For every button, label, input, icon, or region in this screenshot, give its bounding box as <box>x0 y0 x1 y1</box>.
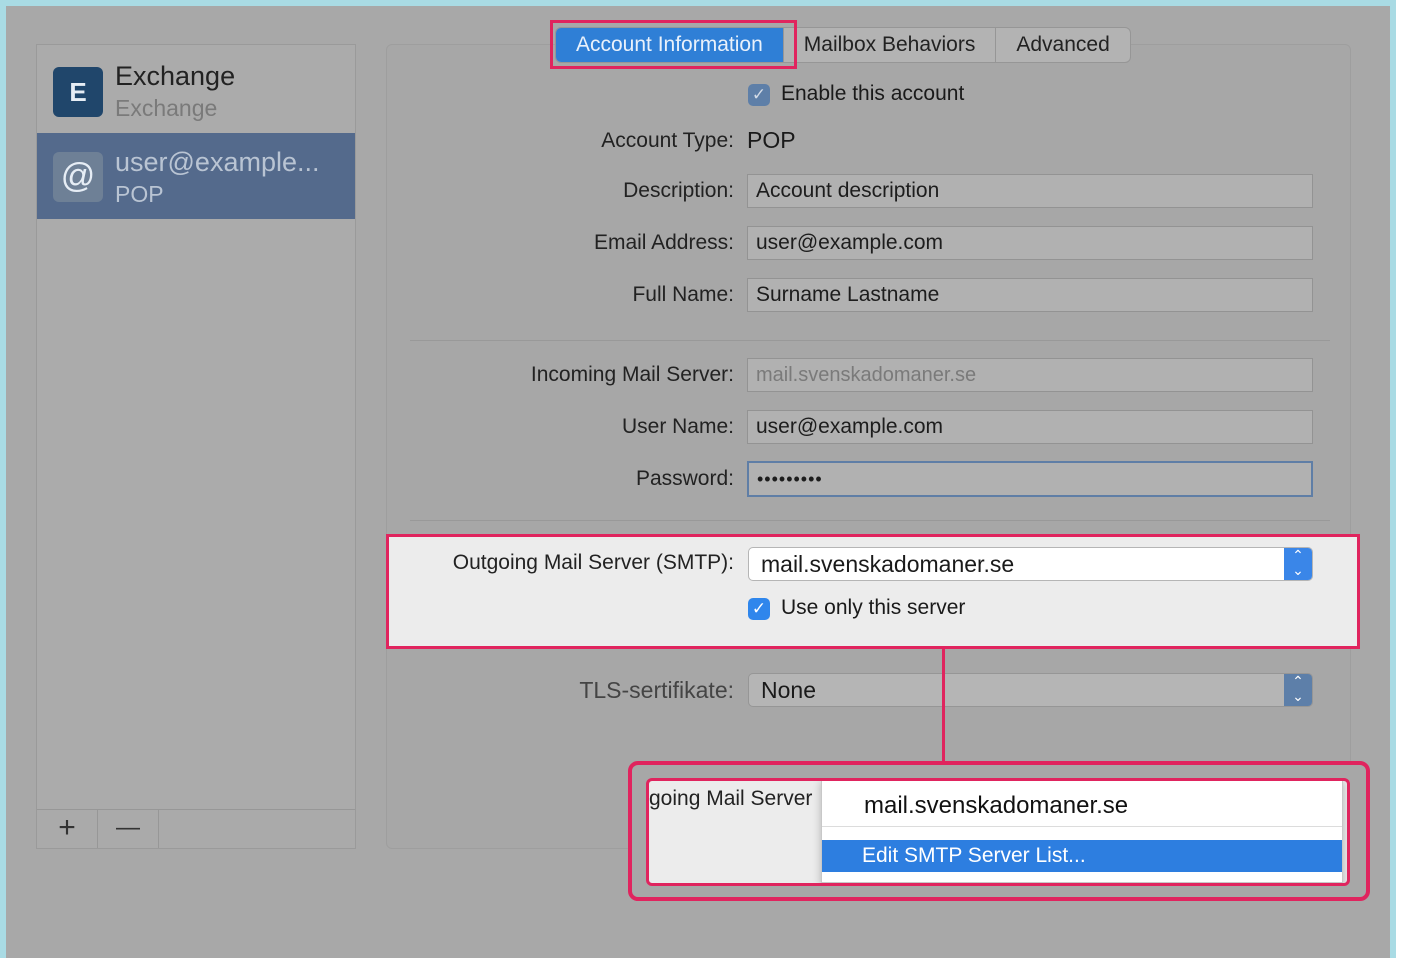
account-title: Exchange <box>115 61 236 91</box>
enable-account-label: Enable this account <box>781 82 965 105</box>
email-address-field[interactable]: user@example.com <box>747 226 1313 260</box>
sidebar-account-exchange[interactable]: E Exchange Exchange <box>37 47 355 133</box>
menu-separator <box>822 826 1342 827</box>
accounts-sidebar: E Exchange Exchange @ user@example... PO… <box>36 44 356 849</box>
at-sign-glyph: @ <box>60 157 96 195</box>
account-settings-panel <box>386 44 1351 849</box>
menu-item-edit-smtp-list[interactable]: Edit SMTP Server List... <box>822 840 1342 872</box>
menu-item-server[interactable]: mail.svenskadomaner.se <box>822 786 1342 826</box>
zoom-smtp-label: going Mail Server <box>649 787 813 810</box>
tab-advanced[interactable]: Advanced <box>996 28 1129 62</box>
user-name-field[interactable]: user@example.com <box>747 410 1313 444</box>
account-subtitle: POP <box>115 181 164 207</box>
remove-account-button[interactable]: — <box>98 810 159 848</box>
use-only-server-checkbox[interactable]: ✓ <box>748 598 770 620</box>
description-label: Description: <box>623 179 734 202</box>
section-divider <box>410 520 1330 521</box>
at-sign-icon: @ <box>53 152 103 202</box>
full-name-field[interactable]: Surname Lastname <box>747 278 1313 312</box>
incoming-server-label: Incoming Mail Server: <box>530 363 734 386</box>
popup-chevrons-icon: ⌃ ⌄ <box>1284 548 1312 580</box>
sidebar-button-bar: + — <box>37 809 355 848</box>
zoom-callout: going Mail Server mail.svenskadomaner.se… <box>646 778 1350 886</box>
exchange-icon-glyph: E <box>69 77 87 107</box>
smtp-server-menu: mail.svenskadomaner.se Edit SMTP Server … <box>821 781 1343 883</box>
password-field[interactable]: ••••••••• <box>747 461 1313 497</box>
user-name-label: User Name: <box>621 415 734 438</box>
email-address-label: Email Address: <box>593 231 734 254</box>
tls-certificate-value: None <box>761 677 816 703</box>
description-field[interactable]: Account description <box>747 174 1313 208</box>
sidebar-account-pop[interactable]: @ user@example... POP <box>37 133 355 219</box>
enable-account-checkbox[interactable]: ✓ <box>748 84 770 106</box>
full-name-label: Full Name: <box>632 283 734 306</box>
incoming-server-field[interactable]: mail.svenskadomaner.se <box>747 358 1313 392</box>
account-title: user@example... <box>115 147 320 177</box>
account-type-value: POP <box>747 127 796 153</box>
account-subtitle: Exchange <box>115 95 218 121</box>
exchange-icon: E <box>53 67 103 117</box>
tls-certificate-label: TLS-sertifikate: <box>579 677 734 703</box>
tab-highlight-outline <box>550 20 797 69</box>
password-label: Password: <box>635 467 734 490</box>
smtp-server-value: mail.svenskadomaner.se <box>761 551 1015 577</box>
account-type-label: Account Type: <box>601 129 734 152</box>
section-divider <box>410 340 1330 341</box>
smtp-server-popup[interactable]: mail.svenskadomaner.se ⌃ ⌄ <box>748 547 1313 581</box>
tls-certificate-popup[interactable]: None ⌃ ⌄ <box>748 673 1313 707</box>
smtp-label: Outgoing Mail Server (SMTP): <box>452 551 734 574</box>
add-account-button[interactable]: + <box>37 810 98 848</box>
tab-mailbox-behaviors[interactable]: Mailbox Behaviors <box>784 28 997 62</box>
callout-connector-line <box>942 648 945 761</box>
use-only-server-label: Use only this server <box>781 596 966 619</box>
popup-chevrons-icon: ⌃ ⌄ <box>1284 674 1312 706</box>
